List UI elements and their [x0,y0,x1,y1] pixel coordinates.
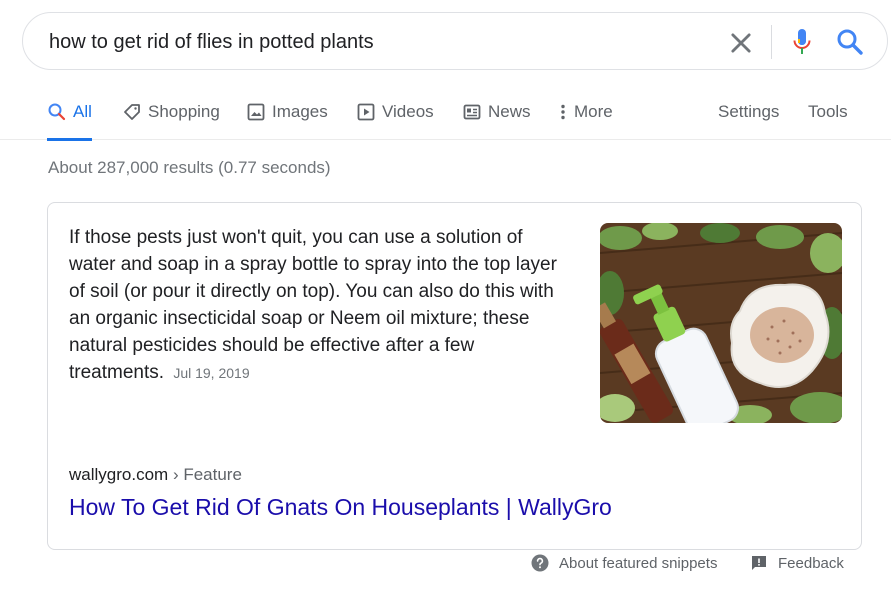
tab-label: Shopping [148,102,220,121]
tab-label: Images [272,102,328,121]
microphone-icon[interactable] [789,27,815,57]
tab-videos[interactable]: Videos [356,92,434,140]
tab-shopping[interactable]: Shopping [122,92,220,140]
image-icon [247,103,265,121]
result-citation: wallygro.com › Feature [69,465,242,485]
search-icon [48,103,66,121]
result-title-link[interactable]: How To Get Rid Of Gnats On Houseplants |… [69,494,612,521]
tab-tools[interactable]: Tools [808,92,848,140]
tab-more[interactable]: More [558,92,613,140]
tab-label: Tools [808,102,848,121]
tab-label: Videos [382,102,434,121]
tab-all[interactable]: All [47,92,92,141]
search-input[interactable] [49,28,709,56]
more-vert-icon [561,104,565,120]
tab-label: Settings [718,102,780,121]
feedback-label: Feedback [778,554,844,572]
search-divider [771,25,772,59]
snippet-date: Jul 19, 2019 [173,365,250,381]
about-featured-snippets-label: About featured snippets [559,554,718,572]
search-icon[interactable] [835,27,865,57]
tab-label: More [574,102,613,121]
tab-settings[interactable]: Settings [718,92,779,140]
search-box [22,12,888,70]
about-featured-snippets-link[interactable]: About featured snippets [531,554,717,572]
tab-label: All [73,102,92,121]
result-site: wallygro.com [69,465,169,484]
tag-icon [124,104,140,120]
result-stats: About 287,000 results (0.77 seconds) [48,158,331,177]
play-icon [357,103,375,121]
close-icon[interactable] [727,29,755,57]
snippet-thumbnail-image[interactable] [600,223,842,423]
tab-label: News [488,102,531,121]
help-icon [531,554,549,572]
newspaper-icon [463,104,481,120]
search-tabs: All Shopping Images Videos News More Set… [0,92,891,141]
result-breadcrumb: › Feature [172,465,242,484]
feedback-link[interactable]: Feedback [750,554,844,572]
tab-images[interactable]: Images [246,92,328,140]
featured-snippet: If those pests just won't quit, you can … [47,202,862,550]
snippet-text: If those pests just won't quit, you can … [69,227,557,383]
snippet-text-block: If those pests just won't quit, you can … [69,224,569,387]
tab-news[interactable]: News [462,92,531,140]
feedback-icon [752,556,766,570]
